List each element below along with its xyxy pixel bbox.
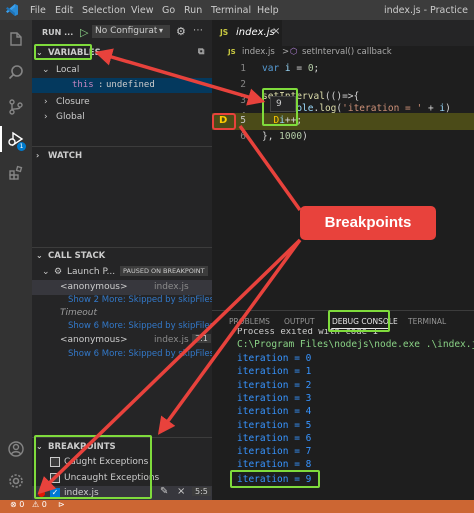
- breakpoints-callout-label: Breakpoints: [300, 206, 436, 240]
- annotation-arrows: [37, 48, 302, 495]
